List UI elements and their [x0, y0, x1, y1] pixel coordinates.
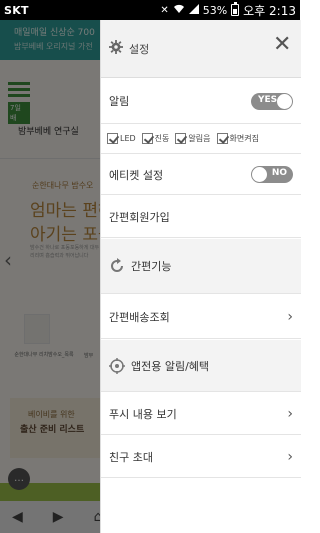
checkbox-screen-on-label: 화면켜짐 [229, 134, 259, 143]
checkbox-led-box[interactable] [107, 133, 118, 144]
mute-icon: ✕ [160, 4, 169, 16]
gear-icon [109, 40, 123, 54]
etiquette-toggle-text: NO [271, 168, 287, 178]
checkbox-sound-label: 알림음 [188, 134, 211, 143]
status-icons: ✕ 53% 오후 2:13 [160, 2, 296, 19]
alarm-toggle[interactable]: YES [251, 92, 293, 110]
status-bar: SKT ✕ 53% 오후 2:13 [0, 0, 300, 20]
close-icon[interactable]: ✕ [273, 34, 291, 56]
etiquette-toggle[interactable]: NO [251, 166, 293, 183]
invite-label: 친구 초대 [109, 450, 153, 464]
push-view-row[interactable]: 푸시 내용 보기 › [101, 393, 301, 435]
wifi-icon [173, 4, 185, 17]
drawer-title: 설정 [129, 43, 150, 56]
carrier-label: SKT [4, 3, 29, 17]
etiquette-label: 에티켓 설정 [109, 168, 164, 182]
target-icon [109, 357, 125, 374]
checkbox-sound[interactable]: 알림음 [175, 133, 211, 144]
delivery-lookup-label: 간편배송조회 [109, 310, 170, 324]
checkbox-vibrate-box[interactable] [141, 133, 153, 144]
checkbox-vibrate[interactable]: 진동 [141, 133, 170, 144]
signal-icon [188, 3, 199, 17]
checkbox-screen-on[interactable]: 화면켜짐 [216, 133, 259, 144]
chevron-right-icon: › [287, 405, 293, 422]
invite-row[interactable]: 친구 초대 › [101, 436, 301, 478]
drawer-header: 설정 ✕ [101, 20, 301, 78]
battery-icon [231, 2, 240, 16]
etiquette-row: 에티켓 설정 NO [101, 155, 301, 195]
checkbox-vibrate-label: 진동 [154, 134, 170, 143]
simple-function-row[interactable]: 간편기능 [101, 239, 301, 294]
battery-percent: 53% [202, 3, 228, 17]
chevron-right-icon: › [287, 308, 293, 325]
refresh-icon [111, 258, 123, 272]
simple-function-label: 간편기능 [131, 260, 172, 273]
checkbox-led-label: LED [120, 134, 136, 143]
app-alarm-row[interactable]: 앱전용 알림/혜택 [101, 340, 301, 392]
checkbox-screen-on-box[interactable] [216, 133, 228, 144]
simple-signup-row[interactable]: 간편회원가입 [101, 196, 301, 238]
alarm-options: LED 진동 알림음 화면켜짐 [101, 124, 301, 154]
alarm-row: 알림 YES [101, 79, 301, 124]
chevron-right-icon: › [287, 448, 293, 465]
app-alarm-label: 앱전용 알림/혜택 [131, 359, 210, 373]
delivery-lookup-row[interactable]: 간편배송조회 › [101, 295, 301, 339]
alarm-label: 알림 [109, 95, 130, 108]
settings-drawer: 설정 ✕ 알림 YES LED 진동 알림음 화면켜짐 에티켓 설정 NO 간편… [100, 20, 301, 533]
alarm-toggle-text: YES [258, 94, 278, 105]
checkbox-led[interactable]: LED [107, 133, 136, 144]
simple-signup-label: 간편회원가입 [109, 210, 170, 224]
push-view-label: 푸시 내용 보기 [109, 407, 177, 421]
clock: 오후 2:13 [243, 3, 296, 18]
checkbox-sound-box[interactable] [175, 133, 187, 144]
